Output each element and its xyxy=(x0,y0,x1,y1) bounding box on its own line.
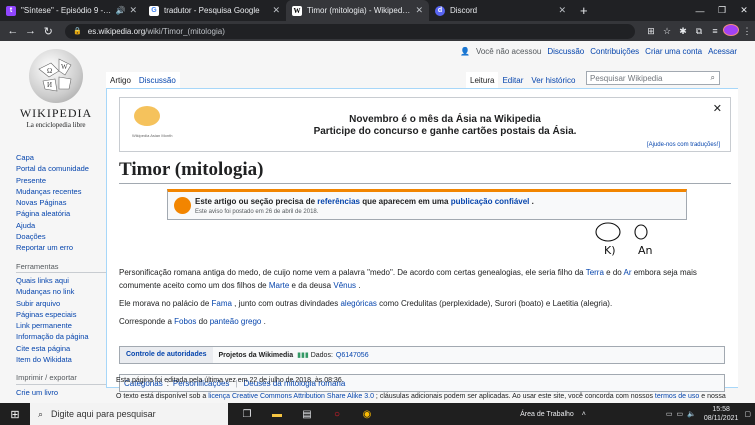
browser-tab-google[interactable]: G tradutor - Pesquisa Google ✕ xyxy=(143,0,286,21)
browser-tab-bar: t "Síntese" - Episódio 9 - Ordem 🔊 ✕ G t… xyxy=(0,0,755,21)
forward-icon[interactable]: → xyxy=(22,25,40,37)
url-path: /wiki/Timor_(mitologia) xyxy=(145,26,225,36)
speaker-icon[interactable]: 🔊 xyxy=(115,6,125,15)
tab-title: Timor (mitologia) - Wikipedia, a e xyxy=(307,6,411,15)
reload-icon[interactable]: ↻ xyxy=(39,25,57,38)
ink-note-2: An xyxy=(638,244,653,257)
url-bar[interactable]: 🔒 es.wikipedia.org/wiki/Timor_(mitologia… xyxy=(65,23,636,39)
clock-date: 08/11/2021 xyxy=(703,415,739,422)
minimize-icon[interactable]: — xyxy=(689,6,711,16)
system-tray: Área de Trabalho ˄ ▭ ▭ 🔈 15:58 08/11/202… xyxy=(520,403,751,425)
file-explorer-icon[interactable]: ▬ xyxy=(262,409,292,420)
windows-taskbar: ⊞ ⌕ Digite aqui para pesquisar ❐ ▬ ▤ ○ ◉… xyxy=(0,403,755,425)
store-icon[interactable]: ▤ xyxy=(292,409,322,420)
extensions-area: ⊞ ☆ ✱ ⧉ ≡ ⋮ xyxy=(643,24,755,38)
wikipedia-icon: W xyxy=(292,5,302,16)
tab-title: Discord xyxy=(450,6,478,15)
notification-icon[interactable]: ▭ xyxy=(666,410,673,418)
address-toolbar: ← → ↻ 🔒 es.wikipedia.org/wiki/Timor_(mit… xyxy=(0,21,755,41)
chevron-up-icon[interactable]: ˄ xyxy=(582,411,586,418)
task-view-icon[interactable]: ❐ xyxy=(232,409,262,420)
menu-dots-icon[interactable]: ⋮ xyxy=(739,26,755,37)
wikipedia-page: Ω W И Wikipedia La enciclopedia libre 👤 … xyxy=(0,41,755,403)
windows-start-icon[interactable]: ⊞ xyxy=(0,408,30,421)
taskbar-apps: ❐ ▬ ▤ ○ ◉ xyxy=(232,409,382,420)
clock[interactable]: 15:58 08/11/2021 xyxy=(704,405,739,423)
twitch-icon: t xyxy=(6,5,16,16)
close-tab-icon[interactable]: ✕ xyxy=(272,5,280,16)
opera-icon[interactable]: ○ xyxy=(322,409,352,420)
extension-icon[interactable]: ✱ xyxy=(675,26,691,37)
tab-title: "Síntese" - Episódio 9 - Ordem xyxy=(21,6,112,15)
chrome-icon[interactable]: ◉ xyxy=(352,409,382,420)
lock-icon: 🔒 xyxy=(73,28,82,35)
close-tab-icon[interactable]: ✕ xyxy=(558,5,566,16)
tab-title: tradutor - Pesquisa Google xyxy=(164,6,260,15)
new-tab-button[interactable]: + xyxy=(580,3,588,18)
taskbar-search-placeholder: Digite aqui para pesquisar xyxy=(51,409,156,419)
browser-tab-wikipedia[interactable]: W Timor (mitologia) - Wikipedia, a e ✕ xyxy=(286,0,429,21)
network-icon[interactable]: ▭ xyxy=(677,410,684,418)
profile-avatar[interactable] xyxy=(723,24,740,38)
action-center-icon[interactable]: ▢ xyxy=(744,410,751,418)
discord-icon: d xyxy=(435,5,445,16)
browser-tab-discord[interactable]: d Discord ✕ xyxy=(429,0,572,21)
close-window-icon[interactable]: ✕ xyxy=(733,5,755,16)
ink-note-1: K) xyxy=(604,244,616,257)
google-icon: G xyxy=(149,5,159,16)
clock-time: 15:58 xyxy=(712,406,730,413)
close-tab-icon[interactable]: ✕ xyxy=(129,5,137,16)
back-icon[interactable]: ← xyxy=(4,25,22,37)
ink-circle-ar xyxy=(634,224,648,240)
taskbar-search[interactable]: ⌕ Digite aqui para pesquisar xyxy=(30,403,228,425)
maximize-icon[interactable]: ❐ xyxy=(711,5,733,16)
puzzle-icon[interactable]: ⧉ xyxy=(691,26,707,37)
ink-circle-terra xyxy=(595,222,621,242)
ink-annotations xyxy=(595,222,648,242)
close-tab-icon[interactable]: ✕ xyxy=(415,5,423,16)
bookmark-star-icon[interactable]: ☆ xyxy=(659,26,675,37)
reading-list-icon[interactable]: ≡ xyxy=(707,26,723,36)
window-controls: — ❐ ✕ xyxy=(689,0,755,21)
translate-icon[interactable]: ⊞ xyxy=(643,26,659,37)
desktop-label[interactable]: Área de Trabalho xyxy=(520,411,574,418)
url-host: es.wikipedia.org xyxy=(87,26,146,36)
volume-icon[interactable]: 🔈 xyxy=(687,410,696,418)
browser-tab-twitch[interactable]: t "Síntese" - Episódio 9 - Ordem 🔊 ✕ xyxy=(0,0,143,21)
search-icon: ⌕ xyxy=(38,408,44,419)
